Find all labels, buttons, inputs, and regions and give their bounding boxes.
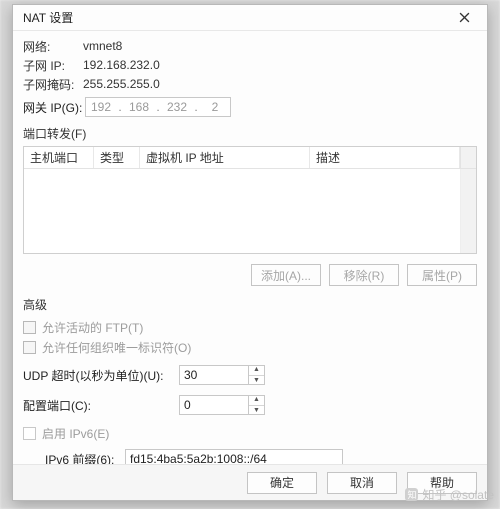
- subnet-mask-row: 子网掩码: 255.255.255.0: [23, 75, 477, 93]
- gateway-seg3: 232: [162, 100, 192, 114]
- chevron-down-icon[interactable]: ▼: [249, 376, 264, 386]
- udp-timeout-spinner[interactable]: ▲ ▼: [248, 365, 264, 385]
- help-button[interactable]: 帮助: [407, 472, 477, 494]
- allow-ftp-checkbox[interactable]: [23, 321, 36, 334]
- subnet-ip-label: 子网 IP:: [23, 57, 83, 74]
- config-port-spinner[interactable]: ▲ ▼: [248, 395, 264, 415]
- dialog-title: NAT 设置: [23, 9, 447, 26]
- cancel-button[interactable]: 取消: [327, 472, 397, 494]
- subnet-ip-value: 192.168.232.0: [83, 58, 160, 72]
- table-scrollbar[interactable]: [460, 169, 476, 253]
- subnet-ip-row: 子网 IP: 192.168.232.0: [23, 56, 477, 74]
- network-row: 网络: vmnet8: [23, 37, 477, 55]
- gateway-row: 网关 IP(G): 192 . 168 . 232 . 2: [23, 97, 477, 117]
- ok-button[interactable]: 确定: [247, 472, 317, 494]
- config-port-value: 0: [180, 398, 248, 412]
- enable-ipv6-checkbox[interactable]: [23, 427, 36, 440]
- gateway-seg4: 2: [200, 100, 230, 114]
- port-forward-table: 主机端口 类型 虚拟机 IP 地址 描述: [23, 146, 477, 254]
- col-vm-ip[interactable]: 虚拟机 IP 地址: [140, 147, 310, 168]
- close-button[interactable]: [447, 7, 481, 29]
- gateway-label: 网关 IP(G):: [23, 99, 85, 116]
- config-port-input[interactable]: 0 ▲ ▼: [179, 395, 265, 415]
- gateway-ip-input[interactable]: 192 . 168 . 232 . 2: [85, 97, 231, 117]
- chevron-down-icon[interactable]: ▼: [249, 406, 264, 416]
- gateway-seg2: 168: [124, 100, 154, 114]
- chevron-up-icon[interactable]: ▲: [249, 395, 264, 406]
- config-port-row: 配置端口(C): 0 ▲ ▼: [23, 393, 477, 417]
- titlebar: NAT 设置: [13, 5, 487, 31]
- enable-ipv6-row: 启用 IPv6(E): [23, 423, 477, 443]
- gateway-seg1: 192: [86, 100, 116, 114]
- allow-ftp-label: 允许活动的 FTP(T): [42, 319, 143, 336]
- udp-timeout-input[interactable]: 30 ▲ ▼: [179, 365, 265, 385]
- dialog-content: 网络: vmnet8 子网 IP: 192.168.232.0 子网掩码: 25…: [13, 31, 487, 464]
- properties-button[interactable]: 属性(P): [407, 264, 477, 286]
- chevron-up-icon[interactable]: ▲: [249, 365, 264, 376]
- ipv6-prefix-value: fd15:4ba5:5a2b:1008::/64: [130, 452, 267, 464]
- udp-timeout-value: 30: [180, 368, 248, 382]
- ipv6-prefix-row: IPv6 前缀(6): fd15:4ba5:5a2b:1008::/64: [45, 447, 477, 464]
- close-icon: [459, 12, 470, 23]
- add-button[interactable]: 添加(A)...: [251, 264, 321, 286]
- config-port-label: 配置端口(C):: [23, 397, 173, 414]
- ipv6-prefix-label: IPv6 前缀(6):: [45, 451, 119, 465]
- udp-timeout-label: UDP 超时(以秒为单位)(U):: [23, 367, 173, 384]
- allow-ftp-row: 允许活动的 FTP(T): [23, 317, 477, 337]
- remove-button[interactable]: 移除(R): [329, 264, 399, 286]
- nat-settings-dialog: NAT 设置 网络: vmnet8 子网 IP: 192.168.232.0 子…: [12, 4, 488, 501]
- allow-oui-row: 允许任何组织唯一标识符(O): [23, 337, 477, 357]
- network-value: vmnet8: [83, 39, 122, 53]
- enable-ipv6-label: 启用 IPv6(E): [42, 425, 109, 442]
- udp-timeout-row: UDP 超时(以秒为单位)(U): 30 ▲ ▼: [23, 363, 477, 387]
- subnet-mask-value: 255.255.255.0: [83, 77, 160, 91]
- col-description[interactable]: 描述: [310, 147, 460, 168]
- dialog-footer: 确定 取消 帮助: [13, 464, 487, 500]
- advanced-label: 高级: [23, 296, 477, 313]
- allow-oui-checkbox[interactable]: [23, 341, 36, 354]
- port-forward-label: 端口转发(F): [23, 125, 477, 142]
- table-header: 主机端口 类型 虚拟机 IP 地址 描述: [24, 147, 476, 169]
- ipv6-prefix-input[interactable]: fd15:4ba5:5a2b:1008::/64: [125, 449, 343, 464]
- network-label: 网络:: [23, 38, 83, 55]
- col-host-port[interactable]: 主机端口: [24, 147, 94, 168]
- col-type[interactable]: 类型: [94, 147, 140, 168]
- allow-oui-label: 允许任何组织唯一标识符(O): [42, 339, 191, 356]
- table-body[interactable]: [24, 169, 476, 253]
- header-scroll-gap: [460, 147, 476, 168]
- subnet-mask-label: 子网掩码:: [23, 76, 83, 93]
- port-forward-buttons: 添加(A)... 移除(R) 属性(P): [23, 264, 477, 286]
